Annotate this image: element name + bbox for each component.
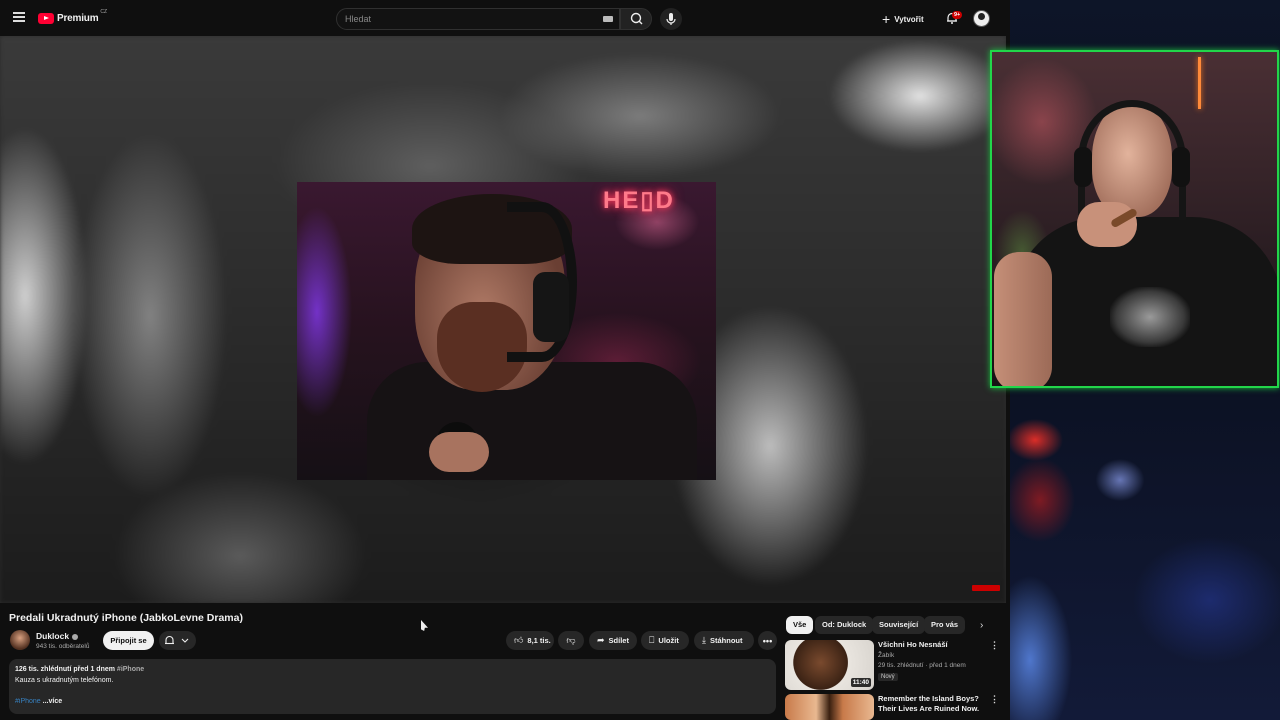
recommendation-title[interactable]: Remember the Island Boys? Their Lives Ar… xyxy=(878,694,988,714)
hashtag-link[interactable]: #iPhone xyxy=(15,698,41,705)
bookmark-icon: ⎕ xyxy=(649,635,655,645)
share-label: Sdílet xyxy=(608,636,629,645)
headphone-cup-left xyxy=(1074,147,1092,187)
youtube-premium-logo[interactable]: Premium CZ xyxy=(38,9,108,25)
chip-from-channel[interactable]: Od: Duklock xyxy=(815,616,874,634)
channel-name-text: Duklock xyxy=(36,631,70,641)
like-count: 8,1 tis. xyxy=(527,636,551,645)
subscriber-count: 943 tis. odběratelů xyxy=(36,643,90,650)
streamer-hand xyxy=(429,432,489,472)
download-label: Stáhnout xyxy=(709,636,743,645)
description-footer: #iPhone ...více xyxy=(15,698,62,705)
download-icon: ⤓ xyxy=(702,635,706,645)
hamburger-menu-icon[interactable] xyxy=(13,12,25,22)
voice-search-button[interactable] xyxy=(660,8,682,30)
tattooed-arm xyxy=(994,252,1052,386)
webcam-overlay xyxy=(990,50,1279,388)
thumbs-up-icon: 👍︎ xyxy=(514,635,524,645)
video-duration: 11:40 xyxy=(850,678,871,687)
dislike-button[interactable]: 👎︎ xyxy=(558,631,584,650)
description-text: Kauza s ukradnutým telefónom. xyxy=(15,677,114,684)
chevron-right-icon[interactable]: › xyxy=(980,620,983,631)
mouse-cursor xyxy=(421,620,428,631)
share-button[interactable]: ➦ Sdílet xyxy=(589,631,637,650)
notification-count-badge: 9+ xyxy=(952,11,963,19)
channel-avatar[interactable] xyxy=(10,630,30,650)
views-date-text: 126 tis. zhlédnutí před 1 dnem xyxy=(15,666,115,673)
screen: Premium CZ + Vytvořit 9+ xyxy=(0,0,1280,720)
more-horizontal-icon: ••• xyxy=(762,635,773,646)
recommendation-menu-icon[interactable]: ⋮ xyxy=(990,695,999,704)
video-player[interactable]: HE▯D xyxy=(0,36,1006,603)
plus-icon: + xyxy=(882,11,891,27)
recommendation-thumbnail[interactable] xyxy=(785,694,874,720)
channel-name[interactable]: Duklock xyxy=(36,631,79,641)
subscribed-notifications-button[interactable] xyxy=(159,631,196,650)
keyboard-icon[interactable] xyxy=(603,16,613,22)
recommendation-menu-icon[interactable]: ⋮ xyxy=(990,641,999,650)
thumbs-down-icon: 👎︎ xyxy=(566,635,576,645)
new-badge: Nový xyxy=(878,673,898,681)
background-light xyxy=(1198,57,1201,109)
create-button[interactable]: + Vytvořit xyxy=(882,9,924,29)
join-button[interactable]: Připojit se xyxy=(103,631,154,650)
recommendation-channel[interactable]: Žabík xyxy=(878,652,894,659)
headphone-cup xyxy=(533,272,569,342)
share-icon: ➦ xyxy=(597,635,605,645)
embedded-stream-clip: HE▯D xyxy=(297,182,716,480)
recommendation-title[interactable]: Všichni Ho Nesnáší xyxy=(878,640,988,650)
youtube-watermark[interactable] xyxy=(972,585,1000,591)
download-button[interactable]: ⤓ Stáhnout xyxy=(694,631,754,650)
description-tag[interactable]: #iPhone xyxy=(117,666,144,673)
chip-for-you[interactable]: Pro vás xyxy=(924,616,966,634)
view-count-and-date: 126 tis. zhlédnutí před 1 dnem #iPhone xyxy=(15,666,144,673)
like-button[interactable]: 👍︎ 8,1 tis. xyxy=(506,631,554,650)
search-box xyxy=(336,8,620,30)
show-more-link[interactable]: ...více xyxy=(43,698,62,705)
recommendation-thumbnail[interactable]: 11:40 xyxy=(785,640,874,690)
logo-text: Premium xyxy=(57,12,99,24)
chip-related[interactable]: Související xyxy=(872,616,926,634)
verified-icon xyxy=(72,633,79,640)
microphone-icon xyxy=(666,13,676,25)
bell-chevron-icon xyxy=(165,635,189,645)
search-input[interactable] xyxy=(337,9,587,29)
logo-country: CZ xyxy=(100,9,108,15)
video-title: Predali Ukradnutý iPhone (JabkoLevne Dra… xyxy=(9,612,243,624)
top-bar: Premium CZ + Vytvořit 9+ xyxy=(0,0,1010,36)
recommendation-meta: 29 tis. zhlédnutí · před 1 dnem xyxy=(878,662,966,669)
shirt-print xyxy=(1110,287,1190,347)
search-button[interactable] xyxy=(620,8,652,30)
more-actions-button[interactable]: ••• xyxy=(758,631,777,650)
streamer-hand xyxy=(1077,202,1137,247)
save-button[interactable]: ⎕ Uložit xyxy=(641,631,689,650)
search-icon xyxy=(630,12,643,25)
create-label: Vytvořit xyxy=(894,14,924,24)
save-label: Uložit xyxy=(658,636,679,645)
neon-sign: HE▯D xyxy=(603,187,675,214)
account-avatar[interactable] xyxy=(973,10,990,27)
youtube-play-icon xyxy=(38,12,54,24)
youtube-window: Premium CZ + Vytvořit 9+ xyxy=(0,0,1010,720)
chip-all[interactable]: Vše xyxy=(786,616,814,634)
headphone-cup-right xyxy=(1172,147,1190,187)
description-box[interactable]: 126 tis. zhlédnutí před 1 dnem #iPhone K… xyxy=(9,659,776,714)
